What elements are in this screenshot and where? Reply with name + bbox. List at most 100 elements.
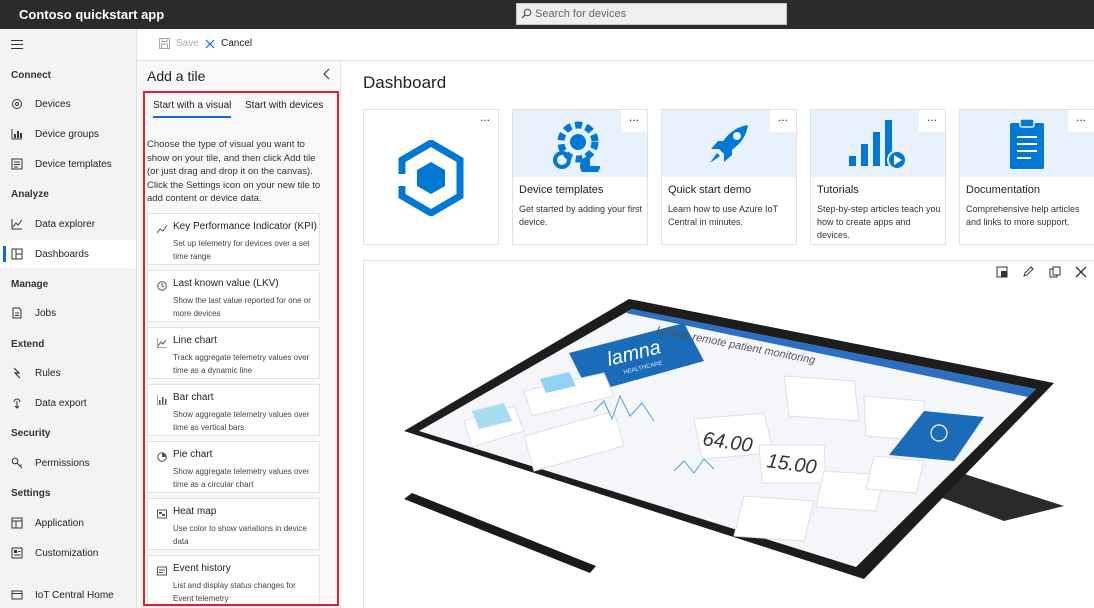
nav-item-data-explorer[interactable]: Data explorer	[0, 210, 136, 238]
event-history-icon	[157, 564, 167, 576]
nav-item-device-groups[interactable]: Device groups	[0, 120, 136, 148]
tab-start-with-devices[interactable]: Start with devices	[245, 100, 323, 116]
nav-section-analyze: Analyze	[11, 189, 49, 200]
nav-section-settings: Settings	[11, 488, 51, 499]
nav-item-permissions[interactable]: Permissions	[0, 449, 136, 477]
nav-item-dashboards[interactable]: Dashboards	[0, 240, 136, 268]
add-tile-panel: Add a tile Start with a visual Start wit…	[137, 61, 341, 608]
save-button[interactable]: Save	[159, 38, 199, 49]
tile-action-close-button[interactable]	[1075, 266, 1087, 278]
nav-section-manage: Manage	[11, 279, 49, 290]
dashboard-tile-device-templates[interactable]: ... Device templates Get started by addi…	[512, 109, 648, 245]
more-options-button[interactable]: ...	[621, 110, 647, 132]
more-options-button[interactable]: ...	[770, 110, 796, 132]
tab-start-with-visual[interactable]: Start with a visual	[153, 100, 232, 118]
tile-action-copy-button[interactable]	[1049, 266, 1061, 278]
more-options-button[interactable]: ...	[919, 110, 945, 132]
nav-item-customization[interactable]: Customization	[0, 539, 136, 567]
visual-card-desc: Set up telemetry for devices over a set …	[173, 239, 310, 261]
nav-item-label: Jobs	[35, 307, 57, 319]
nav-item-device-templates[interactable]: Device templates	[0, 150, 136, 178]
more-options-button[interactable]: ...	[1068, 110, 1094, 132]
tile-action-fit-button[interactable]	[996, 266, 1008, 278]
visual-card-pie-chart[interactable]: Pie chart Show aggregate telemetry value…	[147, 441, 320, 493]
nav-item-label: Device groups	[35, 128, 99, 140]
visual-card-desc: Show the last value reported for one or …	[173, 296, 311, 318]
visual-card-bar-chart[interactable]: Bar chart Show aggregate telemetry value…	[147, 384, 320, 436]
visual-card-title: Event history	[173, 563, 231, 574]
heat-map-icon	[157, 507, 167, 519]
jobs-icon	[10, 307, 23, 320]
tile-description: Get started by adding your first device.	[519, 204, 643, 227]
nav-section-security: Security	[11, 428, 51, 439]
nav-item-label: Permissions	[35, 457, 90, 469]
tile-description: Step-by-step articles teach you how to c…	[817, 204, 941, 240]
save-icon	[159, 38, 170, 49]
nav-item-jobs[interactable]: Jobs	[0, 299, 136, 327]
nav-item-label: Application	[35, 517, 84, 529]
nav-item-label: Device templates	[35, 158, 112, 170]
home-icon	[10, 589, 23, 602]
data-export-icon	[10, 397, 23, 410]
command-bar: Save Cancel	[137, 29, 1094, 61]
dashboard-image-tile[interactable]: lamna HEALTHCARE Lamna remote patient mo…	[363, 260, 1094, 608]
nav-item-rules[interactable]: Rules	[0, 359, 136, 387]
fit-icon	[996, 266, 1008, 281]
pie-chart-icon	[157, 450, 167, 462]
nav-item-label: Customization	[35, 547, 99, 559]
tablet-image: lamna HEALTHCARE Lamna remote patient mo…	[404, 299, 1064, 579]
visual-card-lkv[interactable]: Last known value (LKV) Show the last val…	[147, 270, 320, 322]
clock-icon	[157, 279, 167, 291]
app-title[interactable]: Contoso quickstart app	[19, 7, 164, 22]
search-input[interactable]	[535, 8, 775, 20]
visual-card-kpi[interactable]: Key Performance Indicator (KPI) Set up t…	[147, 213, 320, 265]
hamburger-menu-icon[interactable]	[11, 40, 23, 52]
application-icon	[10, 517, 23, 530]
customization-icon	[10, 547, 23, 560]
device-groups-icon	[10, 128, 23, 141]
visual-card-title: Key Performance Indicator (KPI)	[173, 221, 317, 232]
left-nav: Connect Devices Device groups Device tem…	[0, 29, 137, 608]
nav-item-iot-central-home[interactable]: IoT Central Home	[0, 581, 136, 608]
bar-chart-icon	[156, 393, 167, 406]
search-box[interactable]	[516, 3, 787, 25]
device-templates-icon	[10, 158, 23, 171]
more-options-button[interactable]: ...	[472, 110, 498, 132]
dashboard-tile-quick-start-demo[interactable]: ... Quick start demo Learn how to use Az…	[661, 109, 797, 245]
kpi-icon	[156, 222, 168, 234]
visual-card-heat-map[interactable]: Heat map Use color to show variations in…	[147, 498, 320, 550]
tile-title: Quick start demo	[668, 184, 752, 196]
dashboard-tile-tutorials[interactable]: ... Tutorials Step-by-step articles teac…	[810, 109, 946, 245]
line-chart-icon	[156, 336, 167, 349]
visual-card-event-history[interactable]: Event history List and display status ch…	[147, 555, 320, 607]
visual-card-desc: Track aggregate telemetry values over ti…	[173, 353, 310, 375]
nav-section-connect: Connect	[11, 70, 51, 81]
nav-item-application[interactable]: Application	[0, 509, 136, 537]
visual-card-line-chart[interactable]: Line chart Track aggregate telemetry val…	[147, 327, 320, 379]
nav-item-devices[interactable]: Devices	[0, 90, 136, 118]
cancel-label: Cancel	[221, 38, 253, 49]
close-icon	[1075, 266, 1087, 281]
devices-icon	[10, 98, 23, 111]
rules-icon	[10, 367, 23, 380]
cancel-button[interactable]: Cancel	[205, 38, 252, 49]
tile-description: Learn how to use Azure IoT Central in mi…	[668, 204, 778, 227]
dashboard-tile-logo[interactable]: ...	[363, 109, 499, 245]
dashboard-tile-documentation[interactable]: ... Documentation Comprehensive help art…	[959, 109, 1094, 245]
nav-item-label: Devices	[35, 98, 71, 110]
visual-card-title: Bar chart	[173, 392, 214, 403]
nav-item-data-export[interactable]: Data export	[0, 389, 136, 417]
visual-card-title: Pie chart	[173, 449, 213, 460]
copy-icon	[1049, 266, 1061, 281]
collapse-panel-button[interactable]	[323, 68, 331, 83]
visual-card-title: Heat map	[173, 506, 217, 517]
visual-card-desc: Show aggregate telemetry values over tim…	[173, 467, 310, 489]
tile-action-edit-button[interactable]	[1022, 266, 1034, 278]
save-label: Save	[176, 38, 199, 49]
nav-item-label: Rules	[35, 367, 61, 379]
visual-card-desc: Use color to show variations in device d…	[173, 524, 307, 546]
tile-description: Comprehensive help articles and links to…	[966, 204, 1080, 227]
nav-item-label: Dashboards	[35, 248, 89, 260]
close-icon	[205, 39, 215, 49]
visual-card-desc: List and display status changes for Even…	[173, 581, 296, 603]
